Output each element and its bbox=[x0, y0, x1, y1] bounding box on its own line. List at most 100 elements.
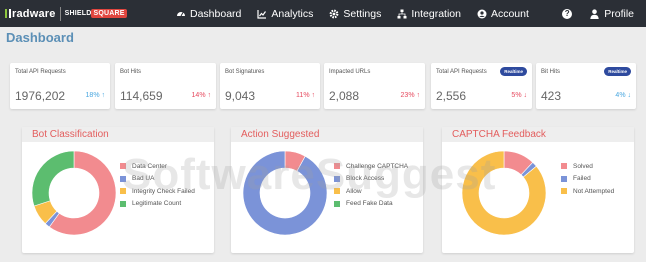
stat-label: Impacted URLs bbox=[329, 69, 371, 75]
legend-swatch bbox=[120, 188, 126, 195]
legend-swatch bbox=[561, 188, 567, 195]
legend-swatch bbox=[561, 175, 567, 182]
legend-swatch bbox=[334, 163, 340, 170]
stat-card-bot-hits[interactable]: Bot Hits 114,659 14% ↑ bbox=[115, 63, 216, 109]
stat-value: 2,088 bbox=[329, 89, 360, 103]
stat-label: Bot Signatures bbox=[225, 69, 265, 75]
action-suggested-legend: Challenge CAPTCHA Block Access Allow Feed F… bbox=[334, 160, 408, 210]
arrow-up-icon: ↑ bbox=[416, 92, 421, 99]
speedometer-icon bbox=[177, 11, 185, 16]
user-icon bbox=[590, 8, 599, 19]
profile-label: Profile bbox=[604, 7, 634, 20]
stat-value: 1976,202 bbox=[15, 89, 66, 103]
stat-change: 23% ↑ bbox=[400, 92, 421, 99]
arrow-down-icon: ↓ bbox=[627, 92, 632, 99]
nav-dashboard-label: Dashboard bbox=[190, 7, 242, 20]
legend-label: Feed Fake Data bbox=[346, 200, 393, 208]
panel-action-suggested: Action Suggested Challenge CAPTCHA Block … bbox=[231, 127, 423, 253]
gear-icon bbox=[329, 9, 339, 18]
captcha-feedback-donut[interactable] bbox=[460, 149, 548, 237]
right-nav: ? Profile bbox=[562, 0, 634, 27]
shieldsquare-logo-text: SHIELD SQUARE bbox=[64, 9, 127, 18]
stat-label: Bit Hits bbox=[541, 69, 561, 75]
nav-settings[interactable]: Settings bbox=[329, 8, 381, 20]
logo-divider bbox=[59, 6, 61, 21]
stat-change: 18% ↑ bbox=[85, 92, 106, 99]
legend-item[interactable]: Solved bbox=[561, 160, 614, 173]
legend-item[interactable]: Allow bbox=[334, 185, 408, 198]
nav-account-label: Account bbox=[490, 7, 529, 20]
legend-swatch bbox=[120, 163, 126, 170]
line-chart-icon bbox=[257, 9, 267, 19]
captcha-feedback-legend: Solved Failed Not Attempted bbox=[561, 160, 614, 198]
panel-bot-classification: Bot Classification Data Center Bad UA Inte… bbox=[22, 127, 214, 253]
stat-change: 11% ↑ bbox=[296, 92, 315, 99]
legend-item[interactable]: Not Attempted bbox=[561, 185, 614, 198]
legend-item[interactable]: Bad UA bbox=[120, 173, 195, 186]
arrow-up-icon: ↑ bbox=[207, 92, 212, 99]
legend-item[interactable]: Failed bbox=[561, 173, 614, 186]
stat-card-realtime-api-requests[interactable]: Total API Requests Realtime 2,556 5% ↓ bbox=[431, 63, 532, 109]
legend-label: Not Attempted bbox=[573, 187, 615, 195]
stat-change: 4% ↓ bbox=[615, 92, 631, 99]
radware-logo-text: radware bbox=[12, 7, 56, 20]
panel-title: CAPTCHA Feedback bbox=[442, 127, 634, 142]
nav-integration-label: Integration bbox=[411, 7, 461, 20]
stat-label: Bot Hits bbox=[120, 69, 142, 75]
top-navbar: radware SHIELD SQUARE Dashboard Analytics… bbox=[0, 0, 646, 27]
legend-label: Challenge CAPTCHA bbox=[346, 162, 409, 170]
stat-value: 114,659 bbox=[120, 89, 163, 103]
stat-change: 14% ↑ bbox=[191, 92, 212, 99]
radware-mark-icon bbox=[5, 9, 11, 18]
user-circle-icon bbox=[477, 9, 487, 18]
legend-item[interactable]: Legitimate Count bbox=[120, 198, 195, 211]
legend-label: Allow bbox=[346, 187, 362, 195]
legend-item[interactable]: Challenge CAPTCHA bbox=[334, 160, 408, 173]
legend-label: Legitimate Count bbox=[132, 200, 182, 208]
bot-classification-legend: Data Center Bad UA Integrity Check Failed L… bbox=[120, 160, 195, 210]
legend-item[interactable]: Data Center bbox=[120, 160, 195, 173]
stat-label: Total API Requests bbox=[436, 69, 487, 75]
donut-slice-legitimate-count[interactable] bbox=[31, 150, 75, 207]
legend-label: Data Center bbox=[132, 162, 168, 170]
panel-captcha-feedback: CAPTCHA Feedback Solved Failed Not Attempt… bbox=[442, 127, 634, 253]
legend-label: Bad UA bbox=[132, 175, 155, 183]
legend-item[interactable]: Block Access bbox=[334, 173, 408, 186]
stat-change: 5% ↓ bbox=[511, 92, 527, 99]
legend-swatch bbox=[120, 175, 126, 182]
legend-item[interactable]: Feed Fake Data bbox=[334, 198, 408, 211]
arrow-up-icon: ↑ bbox=[101, 92, 106, 99]
legend-swatch bbox=[334, 200, 340, 207]
nav-analytics[interactable]: Analytics bbox=[257, 8, 313, 20]
donut-slice-block-access[interactable] bbox=[242, 150, 328, 236]
legend-swatch bbox=[561, 163, 567, 170]
legend-label: Integrity Check Failed bbox=[132, 187, 195, 195]
nav-account[interactable]: Account bbox=[477, 8, 529, 20]
stat-card-realtime-bit-hits[interactable]: Bit Hits Realtime 423 4% ↓ bbox=[536, 63, 636, 109]
legend-item[interactable]: Integrity Check Failed bbox=[120, 185, 195, 198]
stat-value: 9,043 bbox=[225, 89, 256, 103]
nav-dashboard[interactable]: Dashboard bbox=[176, 8, 241, 20]
legend-swatch bbox=[334, 175, 340, 182]
network-icon bbox=[397, 9, 407, 18]
arrow-up-icon: ↑ bbox=[311, 92, 316, 99]
nav-analytics-label: Analytics bbox=[271, 7, 314, 20]
panel-title: Bot Classification bbox=[22, 127, 214, 142]
nav-integration[interactable]: Integration bbox=[397, 8, 461, 20]
main-nav: Dashboard Analytics Settings Integration… bbox=[176, 0, 545, 27]
realtime-badge: Realtime bbox=[500, 67, 527, 76]
help-icon[interactable]: ? bbox=[562, 8, 573, 19]
nav-settings-label: Settings bbox=[343, 7, 382, 20]
panel-title: Action Suggested bbox=[231, 127, 423, 142]
bot-classification-donut[interactable] bbox=[30, 149, 118, 237]
legend-label: Failed bbox=[573, 175, 591, 183]
brand-logo[interactable]: radware SHIELD SQUARE bbox=[0, 0, 127, 27]
stat-card-impacted-urls[interactable]: Impacted URLs 2,088 23% ↑ bbox=[324, 63, 425, 109]
profile-menu[interactable]: Profile bbox=[590, 8, 634, 20]
stat-card-total-api-requests[interactable]: Total API Requests 1976,202 18% ↑ bbox=[10, 63, 110, 109]
stat-card-bot-signatures[interactable]: Bot Signatures 9,043 11% ↑ bbox=[220, 63, 320, 109]
action-suggested-donut[interactable] bbox=[241, 149, 329, 237]
legend-label: Block Access bbox=[346, 175, 385, 183]
realtime-badge: Realtime bbox=[604, 67, 631, 76]
legend-label: Solved bbox=[573, 162, 593, 170]
